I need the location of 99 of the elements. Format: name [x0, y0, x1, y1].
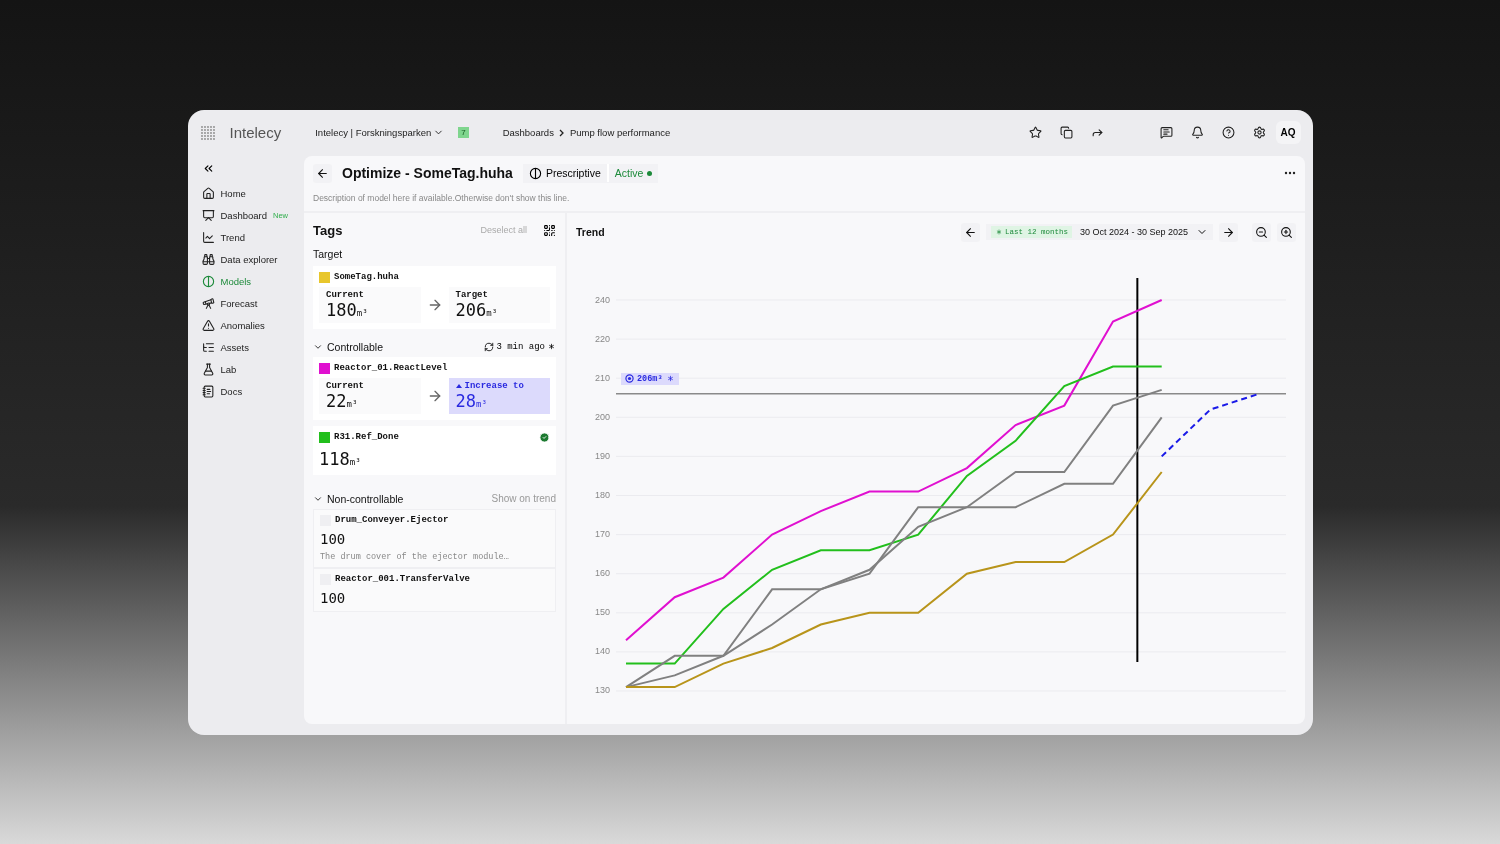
current-value: 22: [326, 390, 347, 411]
logo-icon: [199, 124, 216, 141]
chevron-right-icon: [557, 128, 566, 137]
unit-label: m³: [356, 307, 368, 318]
back-button[interactable]: [313, 163, 332, 183]
recommended-value: 28: [455, 390, 476, 411]
asterisk-icon: [665, 374, 675, 383]
unit-label: m³: [349, 456, 361, 467]
telescope-icon: [201, 297, 215, 310]
house-icon: [201, 187, 215, 200]
user-avatar[interactable]: AQ: [1275, 121, 1301, 144]
more-icon[interactable]: [1284, 171, 1296, 175]
warning-icon: [201, 319, 215, 332]
half-circle-icon: [528, 166, 542, 180]
axis-tick-label: 130: [594, 685, 611, 696]
caret-up-icon: [455, 383, 462, 388]
tag-name: Reactor_001.TransferValve: [335, 574, 471, 584]
current-value: 180: [326, 299, 357, 320]
zoom-in-icon: [1280, 225, 1293, 239]
axis-tick-label: 190: [594, 450, 611, 461]
axis-tick-label: 210: [594, 372, 611, 383]
tag-description: The drum cover of the ejector module…: [320, 551, 510, 562]
zoom-out-icon: [1255, 225, 1268, 239]
date-range: 30 Oct 2024 - 30 Sep 2025: [1079, 227, 1188, 237]
sidebar-item[interactable]: Models: [201, 270, 304, 293]
workspace-badge: 7: [458, 127, 469, 138]
notebook-icon: [201, 385, 215, 398]
section-toggle[interactable]: Non-controllable: [313, 492, 404, 505]
list-tree-icon: [201, 341, 215, 354]
help-icon[interactable]: [1221, 126, 1235, 139]
target-value: 206: [455, 299, 487, 320]
value-label: Current: [326, 380, 365, 391]
target-heading: Target: [313, 247, 344, 260]
settings-icon[interactable]: [1252, 126, 1266, 139]
tag-name: R31.Ref_Done: [334, 432, 399, 442]
model-type-label: Prescriptive: [545, 167, 601, 179]
tag-name: Drum_Conveyer.Ejector: [335, 515, 449, 525]
tags-heading: Tags: [313, 222, 343, 238]
sidebar-item[interactable]: Lab: [201, 358, 304, 381]
zoom-in-button[interactable]: [1277, 222, 1296, 242]
arrow-left-icon: [316, 166, 329, 180]
axis-tick-label: 200: [594, 411, 611, 422]
axis-tick-label: 150: [594, 607, 611, 618]
qr-code-icon[interactable]: [543, 223, 556, 237]
sidebar-item[interactable]: Home: [201, 182, 304, 205]
sidebar-item[interactable]: Docs: [201, 380, 304, 403]
star-icon[interactable]: [1028, 126, 1042, 139]
status-label: Active: [614, 167, 644, 179]
arrow-left-icon: [963, 225, 977, 239]
section-toggle[interactable]: Controllable: [313, 340, 384, 353]
status-dot: [647, 170, 653, 176]
sidebar-item[interactable]: Anomalies: [201, 314, 304, 337]
sidebar-item[interactable]: Data explorer: [201, 248, 304, 271]
workspace-selector[interactable]: Intelecy | Forskningsparken: [315, 127, 445, 138]
bell-icon[interactable]: [1190, 126, 1204, 139]
sidebar-item[interactable]: Assets: [201, 336, 304, 359]
unit-label: m³: [476, 398, 487, 409]
comment-icon[interactable]: [1159, 126, 1173, 139]
value-label: Current: [326, 289, 365, 300]
tag-value: 100: [320, 530, 347, 547]
page-title: Optimize - SomeTag.huha: [342, 165, 513, 181]
axis-tick-label: 170: [594, 529, 611, 540]
tag-name: Reactor_01.ReactLevel: [334, 363, 448, 373]
binoculars-icon: [201, 253, 215, 266]
axis-tick-label: 160: [594, 568, 611, 579]
tag-value: 100: [320, 589, 347, 606]
logo-text: Intelecy: [229, 124, 282, 141]
value-label: Increase to: [464, 380, 524, 391]
asterisk-icon: [994, 228, 1003, 236]
breadcrumb-link[interactable]: Dashboards: [502, 127, 554, 138]
monitor-chart-icon: [201, 209, 215, 222]
arrow-right-icon: [1222, 225, 1235, 239]
next-button[interactable]: [1219, 222, 1238, 242]
zoom-out-button[interactable]: [1252, 222, 1271, 242]
sidebar-item[interactable]: Forecast: [201, 292, 304, 315]
target-icon: [625, 374, 634, 383]
refresh-icon[interactable]: [484, 341, 495, 352]
axis-tick-label: 180: [594, 489, 611, 500]
axis-tick-label: 220: [594, 333, 611, 344]
copy-icon[interactable]: [1059, 126, 1073, 139]
updated-time: 3 min ago: [496, 341, 545, 352]
value-label: Target: [455, 289, 489, 300]
axis-tick-label: 140: [594, 646, 611, 657]
target-value-label: 206m³: [637, 373, 663, 384]
trend-heading: Trend: [576, 226, 605, 238]
tag-value: 118: [319, 448, 350, 469]
model-description: Description of model here if available.Otherwise don't show this line.: [313, 192, 571, 203]
breadcrumb-current: Pump flow performance: [569, 127, 671, 138]
sidebar-item[interactable]: Trend: [201, 226, 304, 249]
previous-button[interactable]: [960, 222, 980, 242]
half-circle-icon: [201, 275, 215, 288]
flask-icon: [201, 363, 215, 376]
axis-tick-label: 240: [594, 294, 611, 305]
unit-label: m³: [346, 398, 358, 409]
line-chart-icon: [201, 231, 215, 244]
unit-label: m³: [486, 307, 498, 318]
asterisk-icon: [547, 342, 556, 351]
share-icon[interactable]: [1090, 126, 1104, 139]
tag-name: SomeTag.huha: [334, 272, 399, 282]
